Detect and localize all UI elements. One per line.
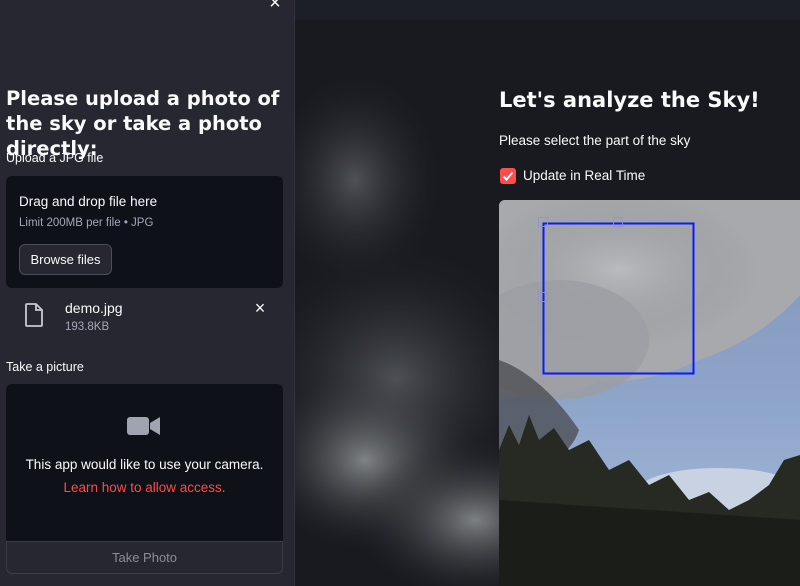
file-dropzone[interactable]: Drag and drop file here Limit 200MB per … — [6, 176, 283, 288]
crop-handle[interactable] — [538, 217, 548, 227]
dropzone-limit: Limit 200MB per file • JPG — [19, 217, 154, 229]
page-title: Let's analyze the Sky! — [499, 88, 760, 112]
sidebar-title: Please upload a photo of the sky or take… — [6, 87, 280, 160]
realtime-checkbox-label[interactable]: Update in Real Time — [523, 168, 645, 183]
crop-handle[interactable] — [613, 217, 623, 227]
crop-handle[interactable] — [538, 292, 548, 302]
file-icon — [25, 303, 43, 327]
sky-image-canvas[interactable] — [499, 200, 800, 586]
uploaded-file-name: demo.jpg — [65, 300, 123, 316]
remove-file-close-icon[interactable]: × — [251, 299, 269, 317]
take-photo-button[interactable]: Take Photo — [6, 541, 283, 574]
browse-files-button[interactable]: Browse files — [19, 244, 112, 275]
video-camera-icon — [127, 417, 160, 435]
camera-label: Take a picture — [6, 360, 84, 374]
checkmark-icon — [502, 171, 514, 181]
sky-photo — [499, 200, 800, 586]
upload-label: Upload a JPG file — [6, 151, 104, 165]
uploaded-file-size: 193.8KB — [65, 321, 110, 333]
realtime-checkbox[interactable] — [500, 168, 516, 184]
camera-input: This app would like to use your camera. … — [6, 384, 283, 541]
camera-permission-message: This app would like to use your camera. — [25, 457, 264, 472]
top-bar — [295, 0, 800, 20]
page-subtitle: Please select the part of the sky — [499, 133, 691, 148]
sidebar: × Please upload a photo of the sky or ta… — [0, 0, 295, 586]
camera-help-link[interactable]: Learn how to allow access. — [6, 480, 283, 495]
main-content: Let's analyze the Sky! Please select the… — [295, 0, 800, 586]
sidebar-close-icon[interactable]: × — [266, 0, 284, 13]
dropzone-text: Drag and drop file here — [19, 194, 158, 209]
